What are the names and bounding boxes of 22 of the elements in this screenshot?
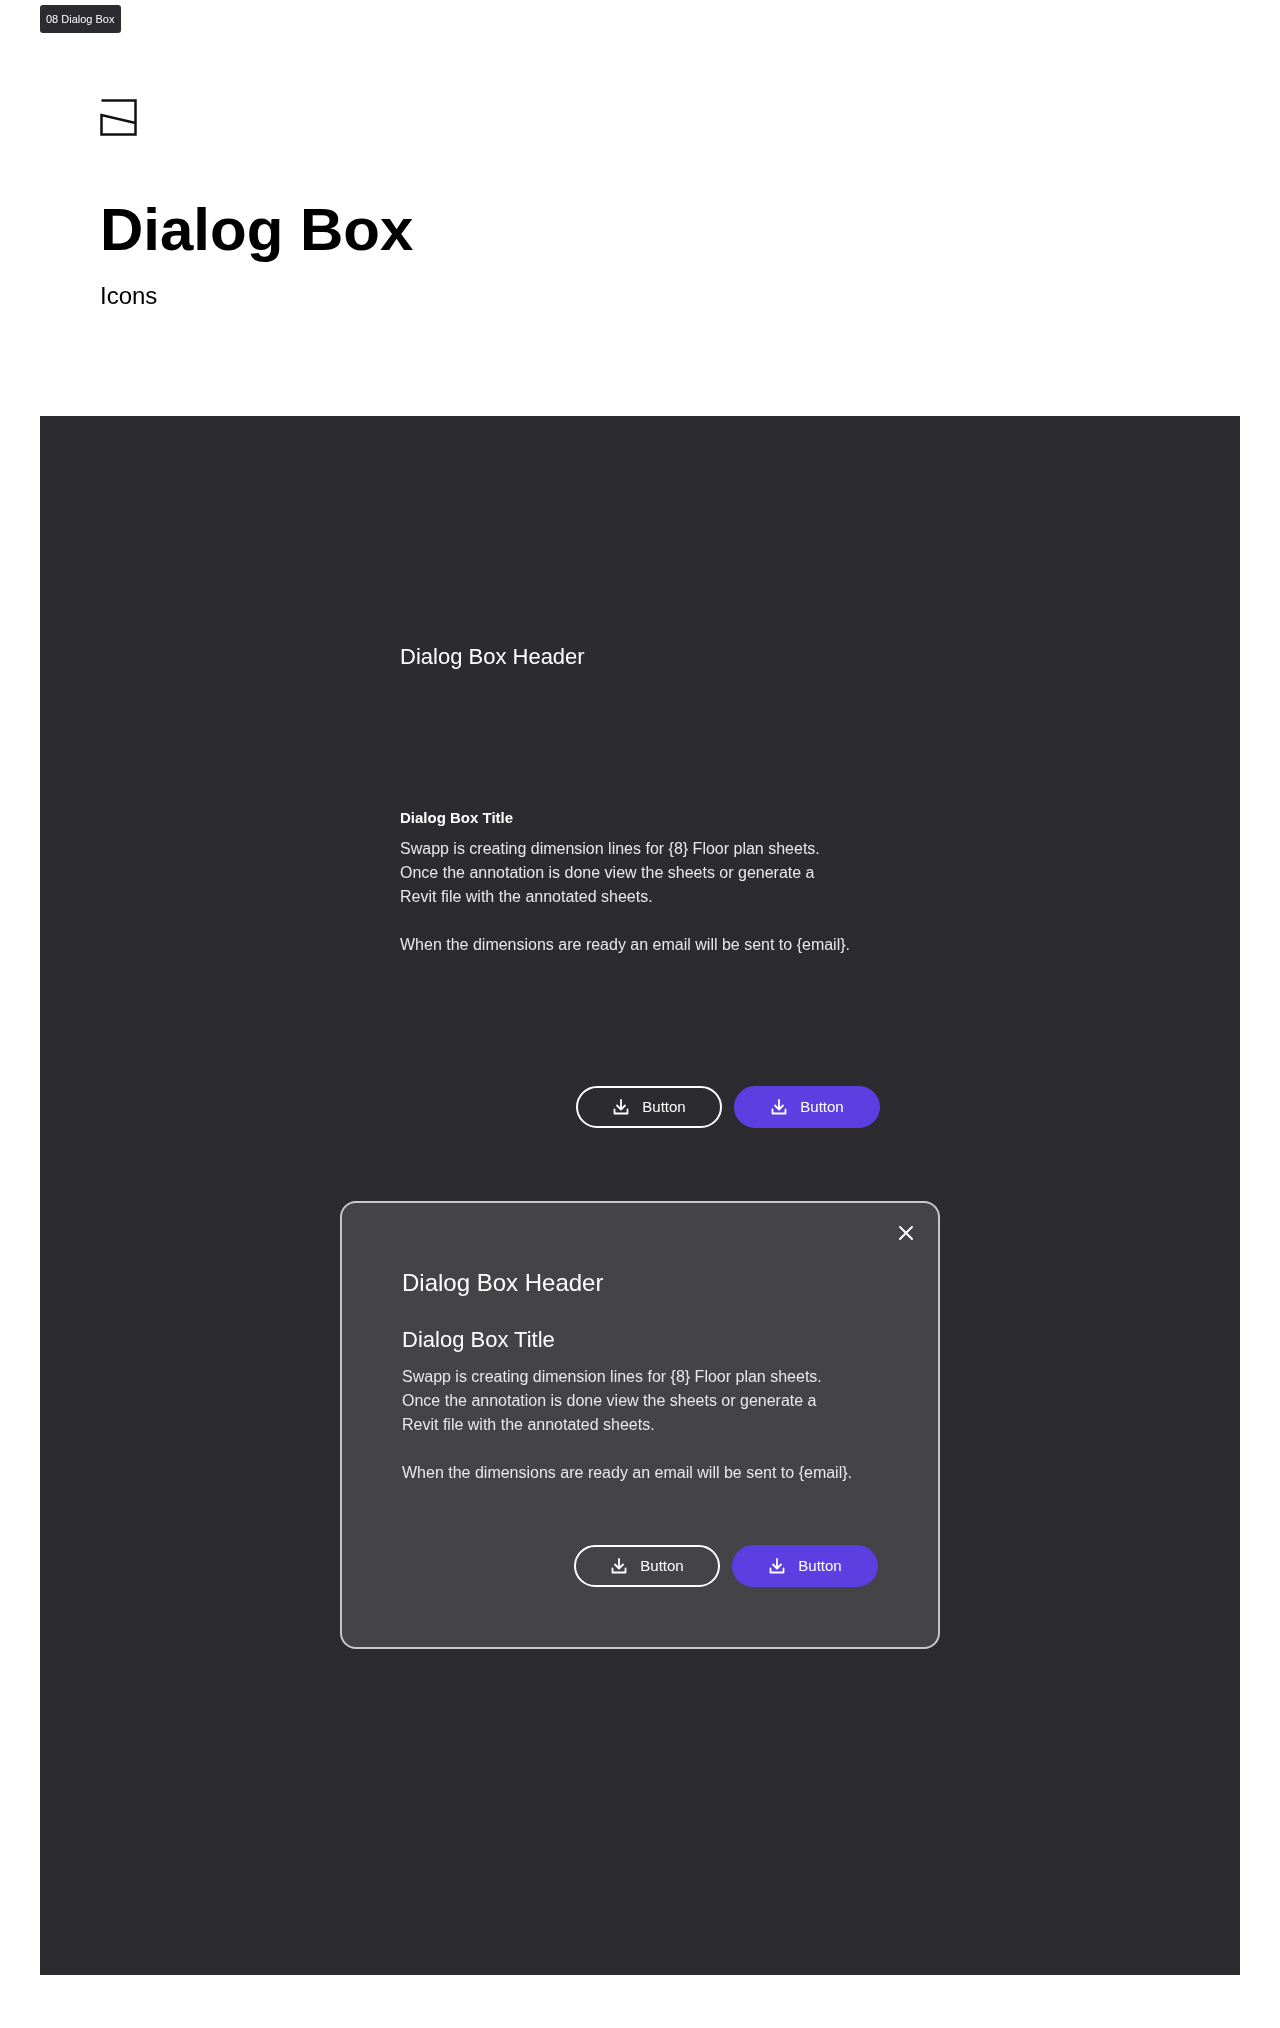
outline-button[interactable]: Button (574, 1545, 720, 1587)
close-button[interactable] (896, 1223, 916, 1243)
primary-button[interactable]: Button (734, 1086, 880, 1128)
dialog-title: Dialog Box Title (402, 1326, 556, 1354)
dialog-header: Dialog Box Header (400, 643, 586, 671)
download-icon (768, 1557, 787, 1575)
logo-icon (100, 99, 137, 136)
close-icon (898, 1225, 914, 1241)
page-tag: 08 Dialog Box (40, 5, 121, 33)
dialog-message: Swapp is creating dimension lines for {8} Floor plan sheets. Once the annotation is done view the sheets or generate a Revit file with the annotated sheets. (400, 839, 821, 907)
page-subtitle: Icons (100, 281, 159, 311)
download-icon (610, 1557, 629, 1575)
page-title: Dialog Box (100, 195, 415, 265)
download-icon (770, 1098, 789, 1116)
download-icon (612, 1098, 631, 1116)
dialog-message: When the dimensions are ready an email will be sent to {email}. (402, 1463, 853, 1483)
outline-button[interactable]: Button (576, 1086, 722, 1128)
dialog-message: When the dimensions are ready an email will be sent to {email}. (400, 935, 851, 955)
primary-button[interactable]: Button (732, 1545, 878, 1587)
dialog-header: Dialog Box Header (402, 1268, 605, 1298)
dialog-message: Swapp is creating dimension lines for {8} Floor plan sheets. Once the annotation is done view the sheets or generate a Revit file with the annotated sheets. (402, 1367, 823, 1435)
dialog-title: Dialog Box Title (400, 808, 515, 828)
